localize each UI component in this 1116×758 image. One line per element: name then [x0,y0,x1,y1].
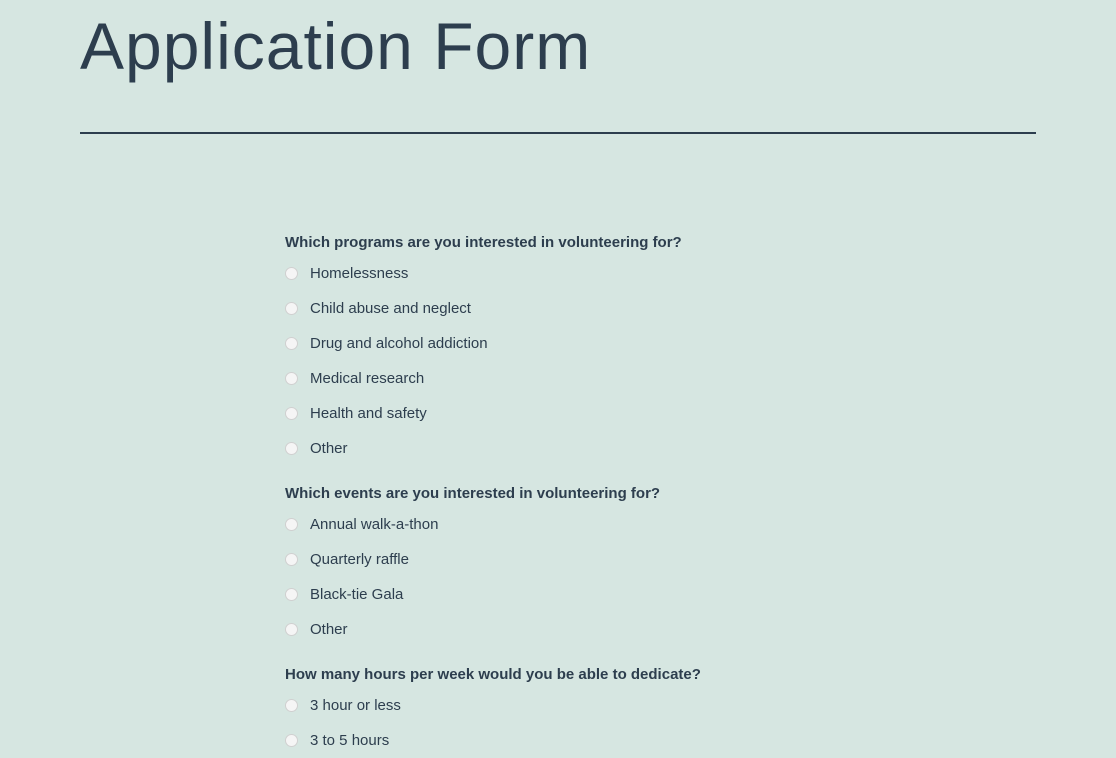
radio-child-abuse[interactable] [285,302,298,315]
question-text: How many hours per week would you be abl… [285,666,956,683]
option-label: Quarterly raffle [310,551,409,568]
divider [80,132,1036,134]
radio-walkathon[interactable] [285,518,298,531]
option-group-programs: Homelessness Child abuse and neglect Dru… [285,265,956,457]
question-text: Which events are you interested in volun… [285,485,956,502]
option-label: Drug and alcohol addiction [310,335,488,352]
form-content: Which programs are you interested in vol… [80,234,1036,749]
option-label: Black-tie Gala [310,586,403,603]
radio-3-to-5[interactable] [285,734,298,747]
question-hours: How many hours per week would you be abl… [285,666,956,749]
radio-gala[interactable] [285,588,298,601]
option-other-programs: Other [285,440,956,457]
radio-homelessness[interactable] [285,267,298,280]
option-health-safety: Health and safety [285,405,956,422]
option-label: Homelessness [310,265,408,282]
radio-health-safety[interactable] [285,407,298,420]
radio-other-programs[interactable] [285,442,298,455]
page-title: Application Form [80,8,1036,84]
option-gala: Black-tie Gala [285,586,956,603]
option-group-events: Annual walk-a-thon Quarterly raffle Blac… [285,516,956,638]
option-homelessness: Homelessness [285,265,956,282]
option-label: Child abuse and neglect [310,300,471,317]
radio-drug-alcohol[interactable] [285,337,298,350]
option-label: Other [310,440,348,457]
option-label: 3 hour or less [310,697,401,714]
radio-raffle[interactable] [285,553,298,566]
option-3-to-5: 3 to 5 hours [285,732,956,749]
option-medical-research: Medical research [285,370,956,387]
radio-medical-research[interactable] [285,372,298,385]
option-3-or-less: 3 hour or less [285,697,956,714]
radio-other-events[interactable] [285,623,298,636]
option-label: Health and safety [310,405,427,422]
question-text: Which programs are you interested in vol… [285,234,956,251]
option-drug-alcohol: Drug and alcohol addiction [285,335,956,352]
question-programs: Which programs are you interested in vol… [285,234,956,457]
option-label: Annual walk-a-thon [310,516,438,533]
question-events: Which events are you interested in volun… [285,485,956,638]
option-walkathon: Annual walk-a-thon [285,516,956,533]
radio-3-or-less[interactable] [285,699,298,712]
option-other-events: Other [285,621,956,638]
option-label: Other [310,621,348,638]
option-label: 3 to 5 hours [310,732,389,749]
option-label: Medical research [310,370,424,387]
option-group-hours: 3 hour or less 3 to 5 hours [285,697,956,749]
option-child-abuse: Child abuse and neglect [285,300,956,317]
option-raffle: Quarterly raffle [285,551,956,568]
